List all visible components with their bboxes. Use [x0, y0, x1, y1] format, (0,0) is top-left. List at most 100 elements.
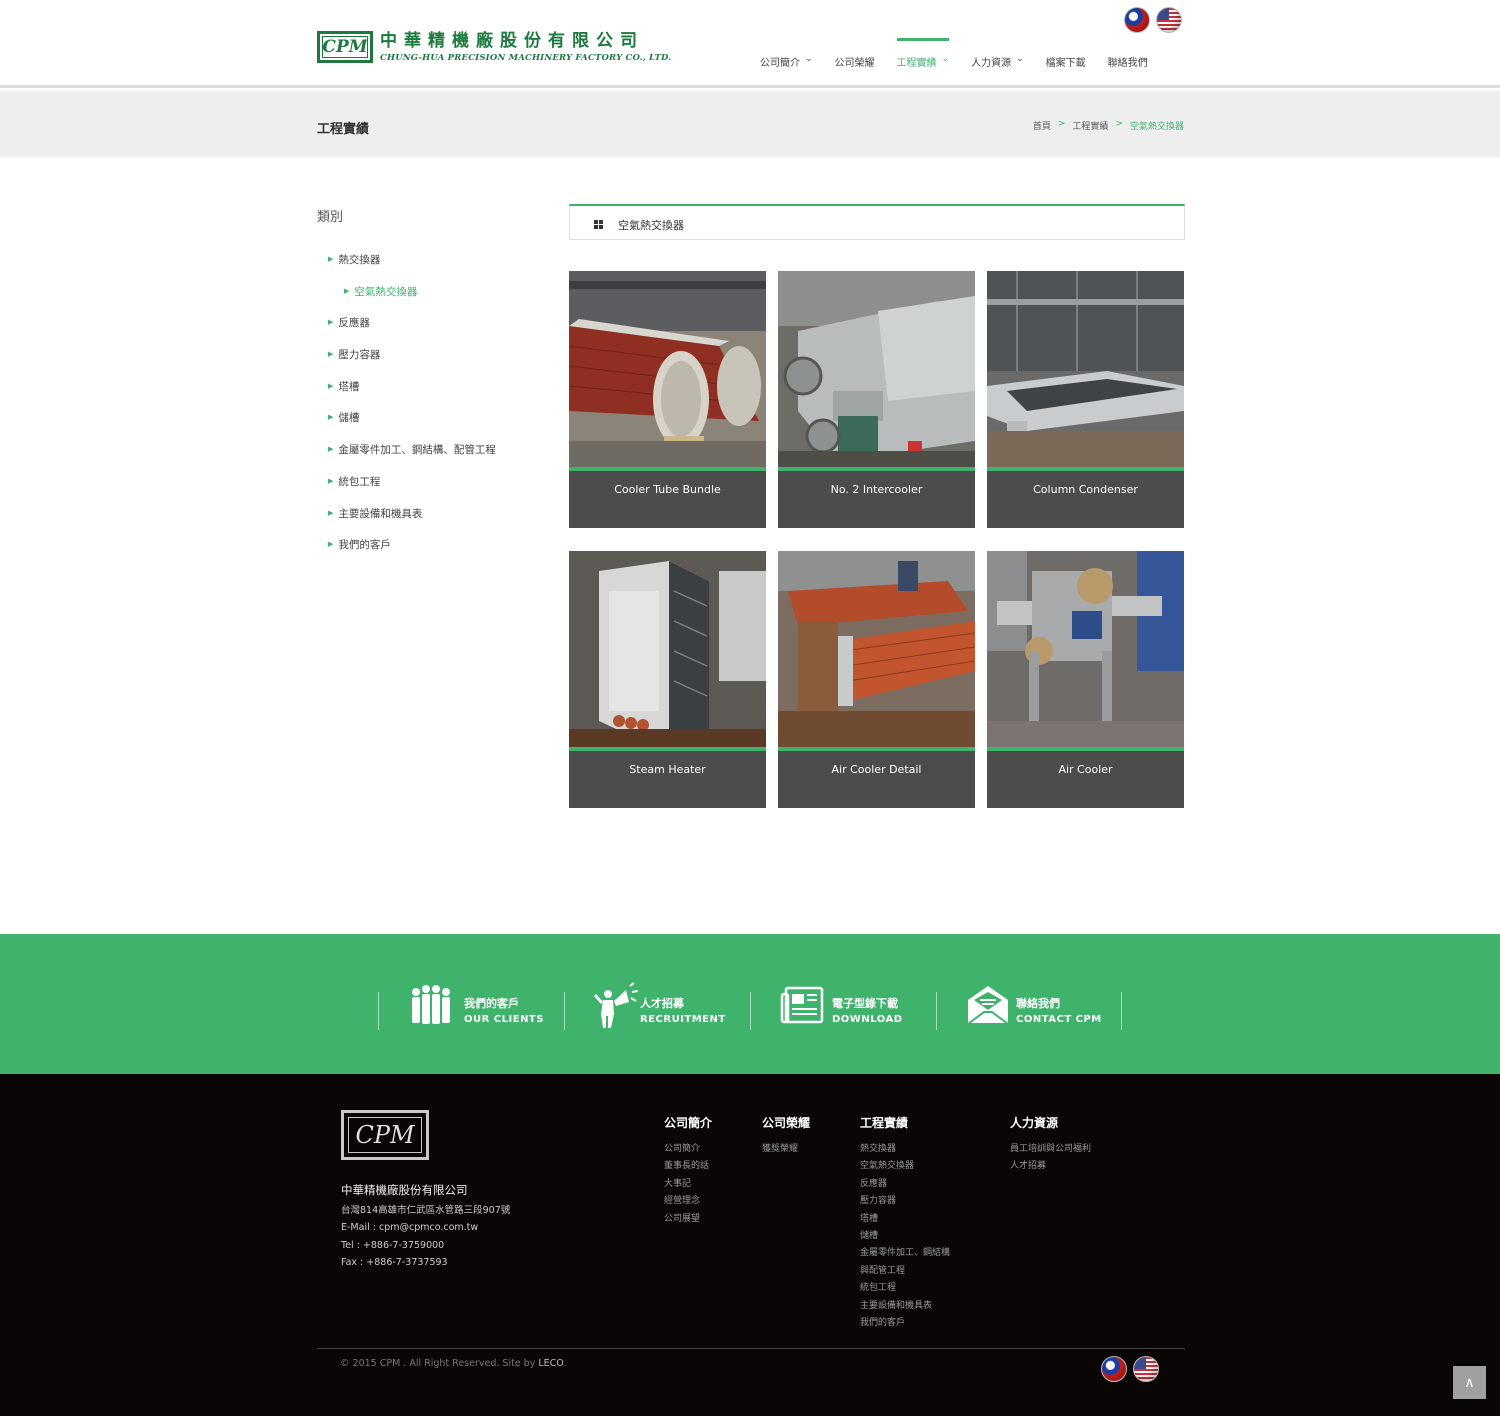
breadcrumb-home[interactable]: 首頁 [1033, 119, 1051, 132]
logo-chinese-name: 中華精機廠股份有限公司 [380, 31, 644, 51]
project-caption: Steam Heater [629, 763, 706, 776]
sidebar-title: 類別 [317, 210, 344, 225]
sidebar-item-air-heat-exchangers[interactable]: ▶ 空氣熱交換器 [328, 284, 496, 316]
logo-english-name: CHUNG-HUA PRECISION MACHINERY FACTORY CO… [380, 53, 672, 63]
project-photo [987, 551, 1184, 747]
footer-link[interactable]: 反應器 [860, 1176, 950, 1193]
triangle-right-icon: ▶ [344, 286, 350, 295]
footer-link[interactable]: 我們的客戶 [860, 1315, 950, 1332]
category-list: ▶ 熱交換器 ▶ 空氣熱交換器 ▶ 反應器 ▶ 壓力容器 ▶ 塔槽 ▶ 儲槽 ▶ 金屬零件加工… [328, 252, 496, 569]
nav-item-honors[interactable]: 公司榮耀 [835, 38, 875, 72]
language-switcher [1124, 7, 1182, 33]
project-card[interactable]: Air Cooler Detail [778, 551, 975, 808]
footer-link[interactable]: 經營理念 [664, 1193, 712, 1210]
project-card[interactable]: Air Cooler [987, 551, 1184, 808]
project-card[interactable]: Column Condenser [987, 271, 1184, 528]
nav-item-contact[interactable]: 聯絡我們 [1108, 38, 1148, 72]
project-photo [987, 271, 1184, 467]
breadcrumb: 首頁 > 工程實績 > 空氣熱交換器 [1033, 119, 1184, 132]
breadcrumb-separator: > [1115, 119, 1123, 129]
nav-item-hr[interactable]: 人力資源 ⌄ [971, 38, 1024, 72]
footer-link[interactable]: 與配管工程 [860, 1263, 950, 1280]
footer-link[interactable]: 公司展望 [664, 1211, 712, 1228]
sidebar-item-storage-tanks[interactable]: ▶ 儲槽 [328, 410, 496, 442]
footer-language-switcher [1101, 1356, 1159, 1382]
footer-col-about: 公司簡介 公司簡介 董事長的話 大事記 經營理念 公司展望 [664, 1114, 712, 1228]
company-logo[interactable]: CPM 中華精機廠股份有限公司 CHUNG-HUA PRECISION MACH… [317, 31, 671, 63]
footer-link[interactable]: 統包工程 [860, 1280, 950, 1297]
project-caption: Air Cooler [1058, 763, 1113, 776]
sidebar-item-equipment-list[interactable]: ▶ 主要設備和機具表 [328, 506, 496, 538]
sidebar-item-pressure-vessels[interactable]: ▶ 壓力容器 [328, 347, 496, 379]
breadcrumb-separator: > [1057, 119, 1066, 129]
footer-col-honors: 公司榮耀 獲獎榮耀 [762, 1114, 810, 1158]
breadcrumb-current: 空氣熱交換器 [1129, 122, 1184, 132]
footer-link[interactable]: 員工培訓與公司福利 [1010, 1141, 1091, 1158]
footer-link[interactable]: 熱交換器 [860, 1141, 950, 1158]
site-header: CPM 中華精機廠股份有限公司 CHUNG-HUA PRECISION MACH… [0, 0, 1500, 88]
project-photo [778, 271, 975, 467]
sidebar-item-heat-exchangers[interactable]: ▶ 熱交換器 [328, 252, 496, 284]
quicklink-clients[interactable]: 我們的客戶 OUR CLIENTS [378, 985, 564, 1030]
footer-link[interactable]: 人才招募 [1010, 1158, 1091, 1175]
quicklink-contact[interactable]: 聯絡我們 CONTACT CPM [936, 986, 1122, 1030]
footer-link[interactable]: 金屬零件加工、鋼結構 [860, 1245, 950, 1262]
footer-link[interactable]: 塔槽 [860, 1211, 950, 1228]
footer-logo[interactable]: CPM [341, 1110, 429, 1160]
footer-fax: Fax : +886-7-3737593 [341, 1257, 448, 1269]
project-caption: Air Cooler Detail [831, 763, 922, 776]
footer-contact-info: 台灣814高雄市仁武區水管路三段907號 E-Mail : cpm@cpmco.… [341, 1202, 510, 1272]
footer-link[interactable]: 獲獎榮耀 [762, 1141, 810, 1158]
sidebar-item-reactors[interactable]: ▶ 反應器 [328, 315, 496, 347]
triangle-right-icon: ▶ [328, 255, 334, 263]
triangle-right-icon: ▶ [328, 508, 334, 517]
breadcrumb-projects[interactable]: 工程實績 [1072, 119, 1108, 132]
footer-link[interactable]: 董事長的話 [664, 1158, 712, 1175]
footer-address: 台灣814高雄市仁武區水管路三段907號 [341, 1205, 511, 1216]
footer-company-name: 中華精機廠股份有限公司 [341, 1183, 468, 1197]
sidebar-item-clients[interactable]: ▶ 我們的客戶 [328, 537, 496, 569]
category-title: 空氣熱交換器 [618, 219, 684, 232]
project-photo [569, 551, 766, 747]
nav-item-downloads[interactable]: 檔案下載 [1046, 38, 1086, 72]
footer-link[interactable]: 空氣熱交換器 [860, 1158, 950, 1175]
taiwan-flag-icon[interactable] [1101, 1356, 1127, 1382]
nav-item-about[interactable]: 公司簡介 ⌄ [760, 38, 813, 72]
footer-col-projects: 工程實績 熱交換器 空氣熱交換器 反應器 壓力容器 塔槽 儲槽 金屬零件加工、鋼… [860, 1114, 950, 1332]
copyright: © 2015 CPM . All Right Reserved. Site by… [340, 1358, 567, 1369]
usa-flag-icon[interactable] [1156, 7, 1182, 33]
chevron-down-icon: ⌄ [805, 54, 813, 64]
quicklink-recruitment[interactable]: 人才招募 RECRUITMENT [564, 982, 750, 1030]
triangle-right-icon: ▶ [328, 445, 334, 454]
footer-email[interactable]: E-Mail : cpm@cpmco.com.tw [341, 1219, 510, 1236]
people-icon [412, 985, 450, 1024]
megaphone-person-icon [594, 982, 639, 1028]
footer-tel: Tel : +886-7-3759000 [341, 1239, 445, 1251]
envelope-icon [965, 986, 1011, 1025]
site-by-link[interactable]: LECO [538, 1358, 563, 1369]
footer-link[interactable]: 公司簡介 [664, 1141, 712, 1158]
quicklink-download[interactable]: 電子型錄下載 DOWNLOAD [750, 986, 936, 1030]
project-card[interactable]: No. 2 Intercooler [778, 271, 975, 528]
sidebar-item-metal-fabrication[interactable]: ▶ 金屬零件加工、鋼結構、配管工程 [328, 442, 496, 474]
footer-link[interactable]: 壓力容器 [860, 1193, 950, 1210]
project-card[interactable]: Cooler Tube Bundle [569, 271, 766, 528]
back-to-top-button[interactable]: ∧ [1453, 1366, 1486, 1399]
logo-mark: CPM [317, 31, 373, 63]
footer-divider [317, 1348, 1185, 1349]
taiwan-flag-icon[interactable] [1124, 7, 1150, 33]
sidebar-item-turnkey[interactable]: ▶ 統包工程 [328, 474, 496, 506]
project-caption: Column Condenser [1033, 483, 1138, 496]
site-footer: CPM 中華精機廠股份有限公司 台灣814高雄市仁武區水管路三段907號 E-M… [0, 1074, 1500, 1416]
footer-link[interactable]: 主要設備和機具表 [860, 1298, 950, 1315]
main-nav: 公司簡介 ⌄ 公司榮耀 工程實績 ⌄ 人力資源 ⌄ 檔案下載 聯絡我們 [760, 38, 1170, 72]
sidebar-item-towers[interactable]: ▶ 塔槽 [328, 379, 496, 411]
grid-icon [594, 220, 603, 229]
usa-flag-icon[interactable] [1133, 1356, 1159, 1382]
project-card[interactable]: Steam Heater [569, 551, 766, 808]
footer-link[interactable]: 儲槽 [860, 1228, 950, 1245]
footer-link[interactable]: 大事記 [664, 1176, 712, 1193]
project-caption: Cooler Tube Bundle [614, 483, 721, 496]
project-photo [778, 551, 975, 747]
nav-item-projects[interactable]: 工程實績 ⌄ [896, 38, 950, 72]
